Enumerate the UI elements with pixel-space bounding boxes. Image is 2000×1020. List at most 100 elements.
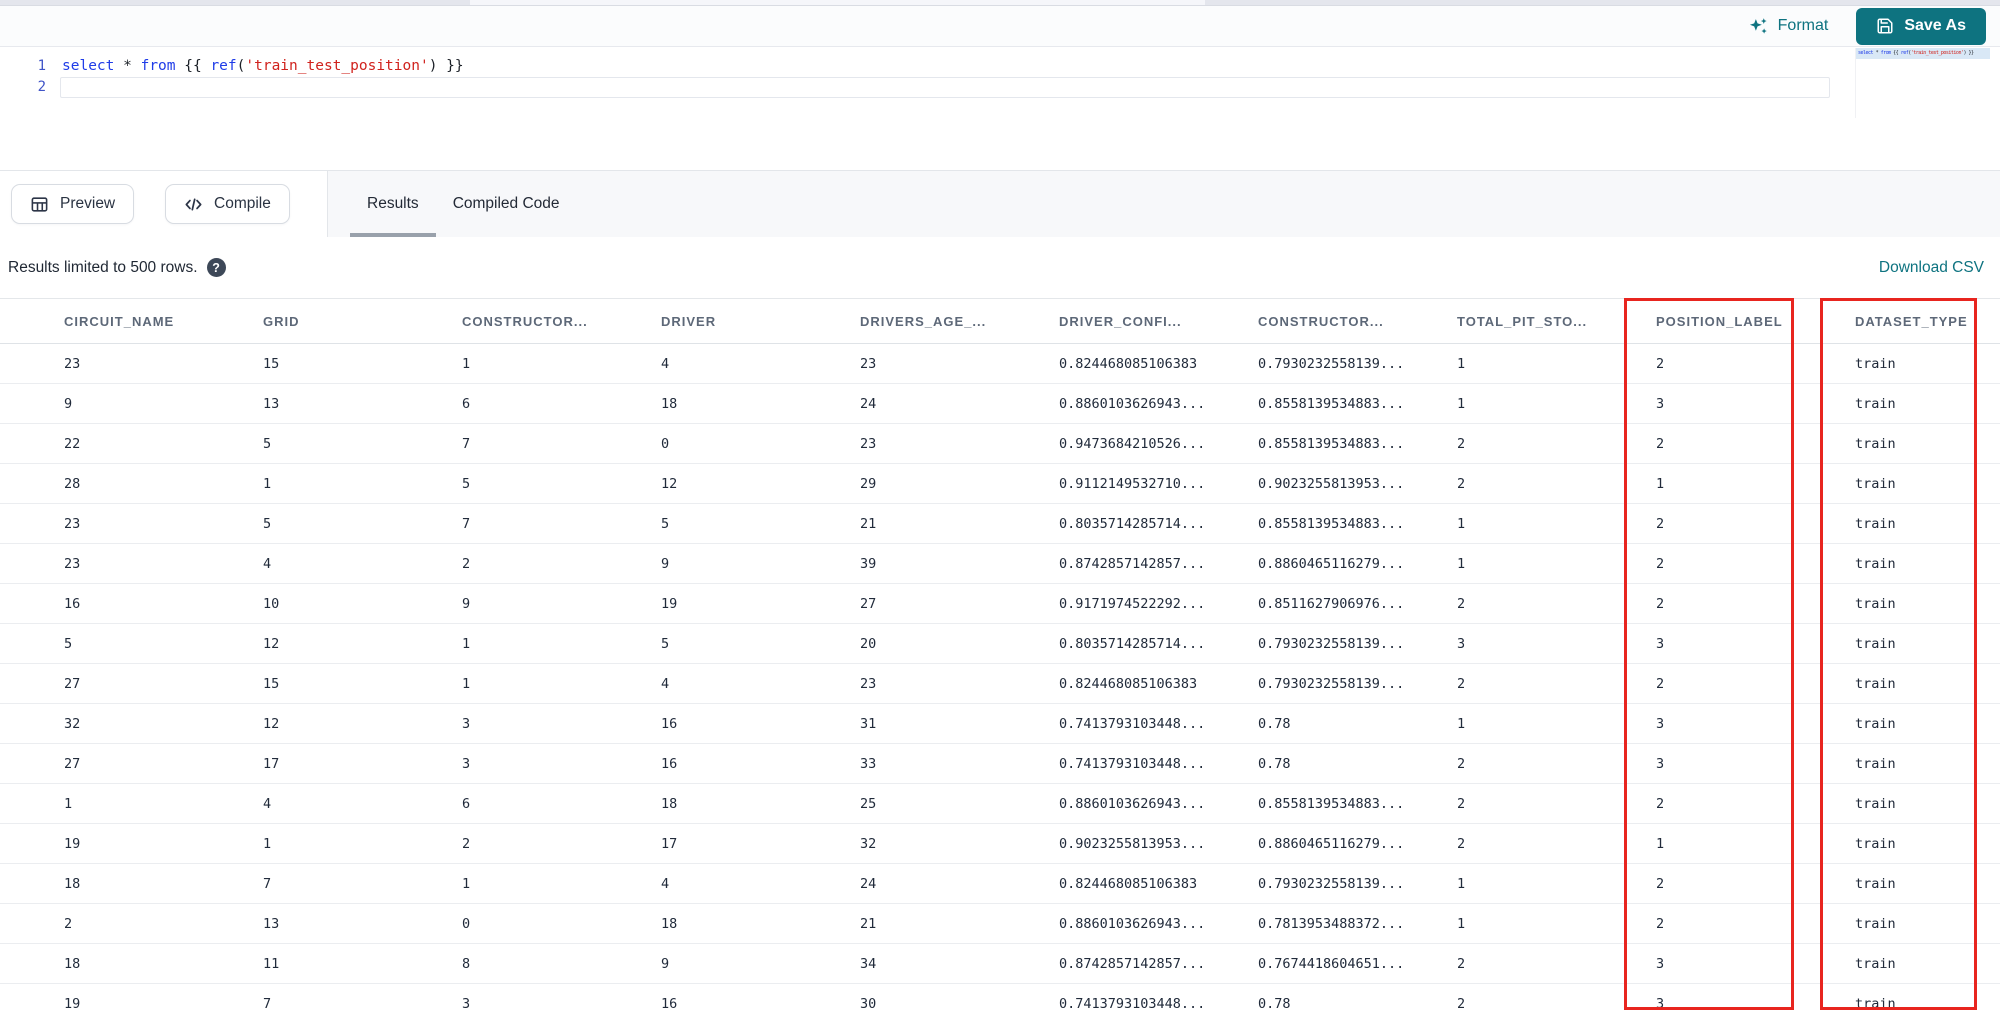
sql-ide-screen: Format Save As 1 2 select * from {{ ref(… xyxy=(0,0,2000,1020)
code-token-plain: {{ xyxy=(175,58,211,74)
table-cell: train xyxy=(1855,555,1896,572)
table-cell: 0.824468085106383 xyxy=(1059,875,1198,892)
table-cell: 2 xyxy=(1656,875,1665,892)
table-cell: 0.9023255813953... xyxy=(1258,475,1405,492)
table-cell: 9 xyxy=(462,595,471,612)
table-header-row: CIRCUIT_NAME GRID CONSTRUCTOR... DRIVER DRIV… xyxy=(0,299,2000,344)
table-cell: 18 xyxy=(64,875,81,892)
table-row: 32 12 3 16 31 0.7413793103448... 0.78 1 3 train xyxy=(0,704,2000,744)
table-row: 18 7 1 4 24 0.824468085106383 0.7930232558139.… xyxy=(0,864,2000,904)
code-line-1[interactable]: select * from {{ ref('train_test_positio… xyxy=(60,56,2000,77)
tab-results-label: Results xyxy=(367,195,419,212)
table-cell: 5 xyxy=(263,515,272,532)
table-cell: 0.8742857142857... xyxy=(1059,955,1206,972)
code-area[interactable]: select * from {{ ref('train_test_positio… xyxy=(60,56,2000,98)
table-cell: 0.9112149532710... xyxy=(1059,475,1206,492)
column-header-driver-confi: DRIVER_CONFI... xyxy=(1059,313,1182,329)
table-row: 16 10 9 19 27 0.9171974522292... 0.85116279069… xyxy=(0,584,2000,624)
table-cell: 2 xyxy=(1457,475,1466,492)
preview-label: Preview xyxy=(60,195,116,212)
tab-compiled-code[interactable]: Compiled Code xyxy=(436,171,577,237)
table-cell: 0.7413793103448... xyxy=(1059,715,1206,732)
table-cell: 23 xyxy=(64,555,81,572)
table-cell: 13 xyxy=(263,915,280,932)
table-cell: train xyxy=(1855,955,1896,972)
table-cell: 5 xyxy=(263,435,272,452)
editor-toolbar: Format Save As xyxy=(0,6,2000,47)
save-as-label: Save As xyxy=(1904,17,1966,34)
table-cell: 30 xyxy=(860,995,877,1012)
table-cell: 2 xyxy=(1656,595,1665,612)
table-cell: 9 xyxy=(661,955,670,972)
table-row: 19 7 3 16 30 0.7413793103448... 0.78 2 3 train xyxy=(0,984,2000,1020)
column-header-driver: DRIVER xyxy=(661,313,717,329)
table-cell: 23 xyxy=(860,355,877,372)
save-as-button[interactable]: Save As xyxy=(1856,7,1986,45)
table-cell: 9 xyxy=(661,555,670,572)
table-cell: 2 xyxy=(1457,955,1466,972)
sparkles-icon xyxy=(1748,16,1769,37)
table-row: 27 17 3 16 33 0.7413793103448... 0.78 2 3 train xyxy=(0,744,2000,784)
table-cell: 11 xyxy=(263,955,280,972)
help-icon[interactable]: ? xyxy=(206,258,226,277)
table-cell: 0.8035714285714... xyxy=(1059,515,1206,532)
column-header-constructor: CONSTRUCTOR... xyxy=(1258,313,1384,329)
column-header-position-label: POSITION_LABEL xyxy=(1656,313,1783,329)
tab-results[interactable]: Results xyxy=(350,171,436,237)
code-token-operator: * xyxy=(123,58,132,74)
download-csv-link[interactable]: Download CSV xyxy=(1879,259,1984,277)
table-cell: 1 xyxy=(1457,355,1466,372)
code-token-keyword: from xyxy=(140,58,176,74)
table-cell: train xyxy=(1855,755,1896,772)
table-cell: 1 xyxy=(1457,715,1466,732)
table-row: 18 11 8 9 34 0.8742857142857... 0.767441860465… xyxy=(0,944,2000,984)
table-cell: 0.824468085106383 xyxy=(1059,355,1198,372)
table-cell: 2 xyxy=(462,835,471,852)
table-cell: 1 xyxy=(263,475,272,492)
column-header-drivers-age: DRIVERS_AGE_... xyxy=(860,313,987,329)
preview-button[interactable]: Preview xyxy=(11,184,135,224)
table-cell: 16 xyxy=(661,995,678,1012)
compile-button[interactable]: Compile xyxy=(165,184,290,224)
table-cell: train xyxy=(1855,515,1896,532)
column-header-constructor: CONSTRUCTOR... xyxy=(462,313,588,329)
results-tabs: Results Compiled Code xyxy=(327,171,2000,237)
table-cell: 3 xyxy=(1457,635,1466,652)
table-row: 23 5 7 5 21 0.8035714285714... 0.8558139534883… xyxy=(0,504,2000,544)
table-cell: 3 xyxy=(1656,955,1665,972)
table-cell: 23 xyxy=(64,355,81,372)
table-cell: 1 xyxy=(263,835,272,852)
table-cell: 1 xyxy=(1457,915,1466,932)
table-cell: train xyxy=(1855,835,1896,852)
results-limit-text: Results limited to 500 rows. xyxy=(8,258,198,276)
editor-minimap[interactable]: select * from {{ ref('train_test_positio… xyxy=(1855,48,1990,118)
table-cell: 21 xyxy=(860,515,877,532)
table-row: 27 15 1 4 23 0.824468085106383 0.7930232558139… xyxy=(0,664,2000,704)
table-cell: 0.8558139534883... xyxy=(1258,795,1405,812)
format-button[interactable]: Format xyxy=(1748,16,1828,37)
tabstrip-segment xyxy=(1205,0,2000,5)
table-cell: 2 xyxy=(1457,835,1466,852)
table-cell: 2 xyxy=(1656,795,1665,812)
tabstrip-segment xyxy=(0,0,470,5)
sql-editor[interactable]: 1 2 select * from {{ ref('train_test_pos… xyxy=(0,47,2000,170)
table-row: 2 13 0 18 21 0.8860103626943... 0.781395348837… xyxy=(0,904,2000,944)
table-cell: 0.9473684210526... xyxy=(1059,435,1206,452)
code-line-2-current[interactable] xyxy=(60,77,1830,98)
table-cell: 0.8511627906976... xyxy=(1258,595,1405,612)
table-cell: 9 xyxy=(64,395,73,412)
code-token-keyword: select xyxy=(62,58,115,74)
code-token-function: ref xyxy=(210,58,237,74)
table-cell: 32 xyxy=(64,715,81,732)
table-cell: 5 xyxy=(64,635,73,652)
save-icon xyxy=(1876,17,1894,35)
table-cell: 34 xyxy=(860,955,877,972)
table-cell: 15 xyxy=(263,355,280,372)
table-cell: 1 xyxy=(1457,555,1466,572)
table-cell: 7 xyxy=(462,435,471,452)
table-cell: 1 xyxy=(1457,515,1466,532)
table-row: 9 13 6 18 24 0.8860103626943... 0.855813953488… xyxy=(0,384,2000,424)
table-cell: 0.7930232558139... xyxy=(1258,875,1405,892)
